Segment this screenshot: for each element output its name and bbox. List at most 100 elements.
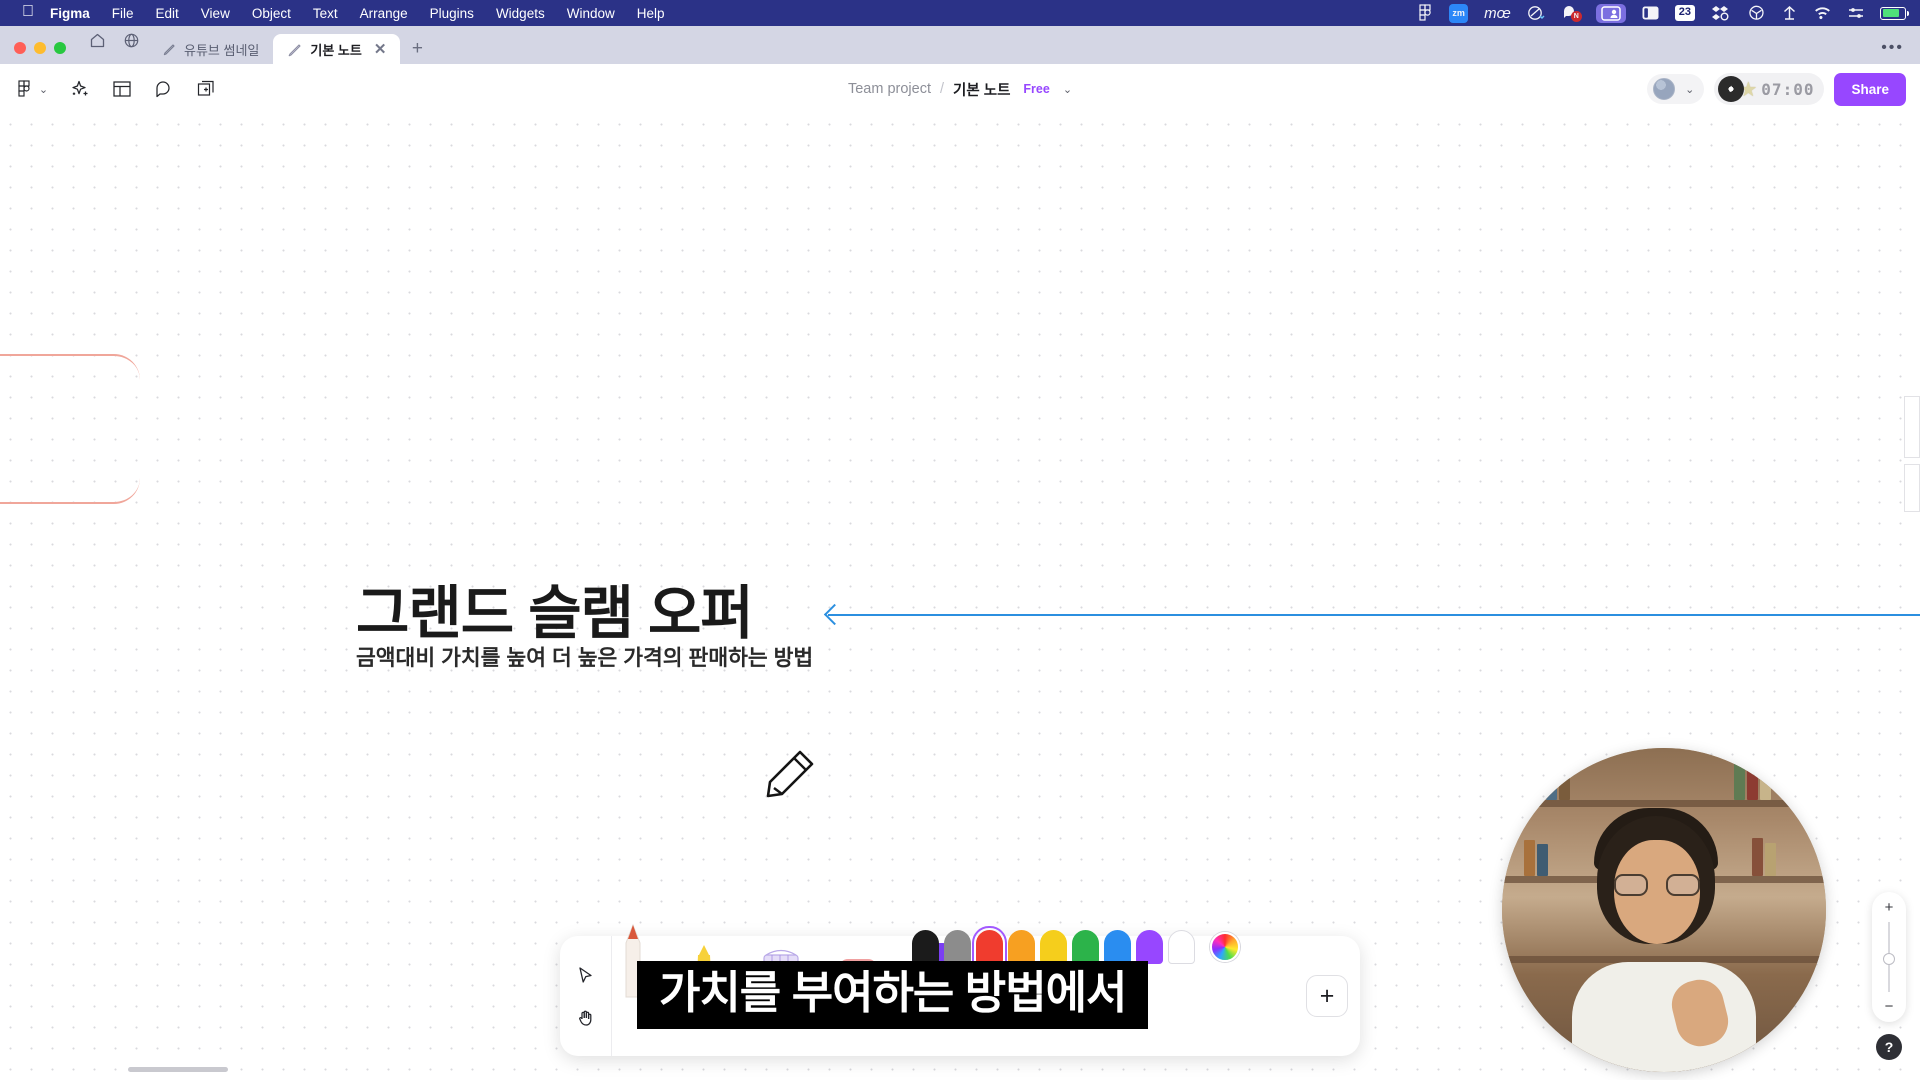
- menu-item-view[interactable]: View: [201, 6, 230, 21]
- swatch-orange[interactable]: [1008, 930, 1035, 964]
- menu-item-arrange[interactable]: Arrange: [360, 6, 408, 21]
- add-button[interactable]: +: [1306, 975, 1348, 1017]
- swatch-blue[interactable]: [1104, 930, 1131, 964]
- zoom-slider[interactable]: [1883, 922, 1895, 992]
- cursor-arrow-icon[interactable]: [571, 960, 601, 990]
- add-widget-icon[interactable]: [188, 72, 224, 106]
- book: [1533, 766, 1544, 800]
- canvas-edge-panel-top: [1904, 396, 1920, 458]
- tab-basic-note[interactable]: 기본 노트 ✕: [273, 34, 401, 64]
- pointer-tools-group: [560, 936, 612, 1056]
- menu-item-file[interactable]: File: [112, 6, 134, 21]
- openai-icon[interactable]: [1747, 4, 1766, 23]
- breadcrumb: Team project / 기본 노트 Free ⌄: [0, 64, 1920, 114]
- hand-tool-icon[interactable]: [571, 1002, 601, 1032]
- menu-item-object[interactable]: Object: [252, 6, 291, 21]
- figma-logo-icon[interactable]: [1419, 4, 1433, 22]
- wifi-icon[interactable]: [1813, 6, 1832, 20]
- macos-menu-bar:  Figma File Edit View Object Text Arran…: [0, 0, 1920, 26]
- comment-icon[interactable]: [146, 72, 182, 106]
- control-center-icon[interactable]: [1848, 6, 1864, 20]
- chevron-down-icon: ⌄: [38, 83, 49, 96]
- menu-item-text[interactable]: Text: [313, 6, 338, 21]
- swatch-white[interactable]: [1168, 930, 1195, 964]
- avatar[interactable]: ⌄: [1647, 74, 1705, 104]
- close-icon[interactable]: ✕: [374, 42, 387, 57]
- book: [1747, 766, 1758, 800]
- add-tool-area: +: [1294, 936, 1360, 1056]
- screen-share-icon[interactable]: [1595, 3, 1626, 23]
- download-arrow-icon[interactable]: [1782, 5, 1797, 22]
- swatch-gray[interactable]: [944, 930, 971, 964]
- maximize-window-button[interactable]: [54, 42, 66, 54]
- zoom-app-icon[interactable]: zm: [1449, 3, 1469, 23]
- section-template-icon[interactable]: [104, 72, 140, 106]
- header-left-tools: ⌄: [0, 72, 224, 106]
- apple-icon[interactable]: : [22, 4, 34, 20]
- page-title[interactable]: 그랜드 슬램 오퍼: [356, 566, 754, 650]
- help-button[interactable]: ?: [1876, 1034, 1902, 1060]
- swatch-yellow[interactable]: [1040, 930, 1067, 964]
- subtitle-caption: 가치를 부여하는 방법에서: [637, 961, 1149, 1029]
- swatch-green[interactable]: [1072, 930, 1099, 964]
- shelf-line: [1502, 800, 1826, 807]
- figjam-pen-icon: [287, 42, 302, 57]
- plan-badge[interactable]: Free: [1023, 82, 1049, 96]
- eyeglasses: [1614, 874, 1700, 896]
- swatch-red[interactable]: [972, 926, 1007, 968]
- book: [1537, 844, 1548, 876]
- webcam-video-bubble[interactable]: [1502, 748, 1826, 1072]
- window-traffic-lights: [0, 42, 80, 64]
- notification-badge: N: [1570, 11, 1582, 22]
- swatch-black[interactable]: [912, 930, 939, 964]
- zoom-controls: + −: [1872, 892, 1906, 1022]
- tab-youtube-thumbnail[interactable]: 유튜브 썸네일: [148, 34, 273, 64]
- book: [1546, 760, 1557, 800]
- minimize-window-button[interactable]: [34, 42, 46, 54]
- timer-widget[interactable]: ♪ ★ 07:00: [1714, 73, 1825, 105]
- breadcrumb-file[interactable]: 기본 노트: [953, 79, 1010, 100]
- book: [1765, 843, 1776, 876]
- chevron-down-icon[interactable]: ⌄: [1063, 83, 1072, 96]
- menu-item-window[interactable]: Window: [567, 6, 615, 21]
- menu-item-help[interactable]: Help: [637, 6, 665, 21]
- menu-item-edit[interactable]: Edit: [156, 6, 179, 21]
- person-torso: [1572, 962, 1756, 1072]
- cleanshot-icon[interactable]: [1527, 5, 1546, 22]
- battery-icon[interactable]: [1880, 6, 1909, 20]
- sidebar-toggle-icon[interactable]: [1642, 6, 1659, 20]
- calendar-day-badge[interactable]: 23: [1674, 5, 1695, 21]
- close-window-button[interactable]: [14, 42, 26, 54]
- horizontal-scrollbar[interactable]: [128, 1067, 228, 1072]
- dropbox-sync-icon[interactable]: [1711, 5, 1731, 22]
- salmon-frame-outline: [0, 354, 140, 504]
- swatch-purple[interactable]: [1136, 930, 1163, 964]
- menu-item-widgets[interactable]: Widgets: [496, 6, 545, 21]
- zoom-app-label: zm: [1449, 3, 1469, 23]
- menu-item-plugins[interactable]: Plugins: [430, 6, 474, 21]
- home-icon[interactable]: [80, 26, 114, 64]
- figma-menu-icon[interactable]: ⌄: [10, 72, 56, 106]
- zoom-in-button[interactable]: +: [1885, 900, 1894, 915]
- pencil-cursor-icon: [760, 744, 818, 807]
- notification-bubble-icon[interactable]: N: [1562, 5, 1582, 22]
- moo-icon[interactable]: mœ: [1484, 5, 1511, 22]
- book: [1760, 760, 1771, 800]
- figjam-pen-icon: [162, 42, 176, 56]
- tabstrip-overflow-menu[interactable]: •••: [1881, 40, 1920, 64]
- new-tab-button[interactable]: +: [400, 34, 434, 64]
- blue-connector-arrow[interactable]: [828, 614, 1920, 616]
- menu-item-figma[interactable]: Figma: [50, 6, 90, 21]
- globe-icon[interactable]: [114, 26, 148, 64]
- book: [1734, 762, 1745, 800]
- zoom-out-button[interactable]: −: [1885, 999, 1894, 1014]
- canvas-edge-panel-bottom: [1904, 464, 1920, 512]
- ai-sparkle-icon[interactable]: [62, 72, 98, 106]
- share-button[interactable]: Share: [1834, 72, 1906, 106]
- color-wheel-picker[interactable]: [1210, 932, 1240, 962]
- chevron-down-icon[interactable]: ⌄: [1685, 83, 1694, 96]
- breadcrumb-project[interactable]: Team project: [848, 81, 931, 97]
- figma-header-bar: ⌄ Team project / 기본 노트 Free ⌄ ⌄ ♪ ★ 07:0…: [0, 64, 1920, 114]
- page-subtitle[interactable]: 금액대비 가치를 높여 더 높은 가격의 판매하는 방법: [356, 641, 813, 672]
- zoom-slider-knob[interactable]: [1883, 952, 1895, 965]
